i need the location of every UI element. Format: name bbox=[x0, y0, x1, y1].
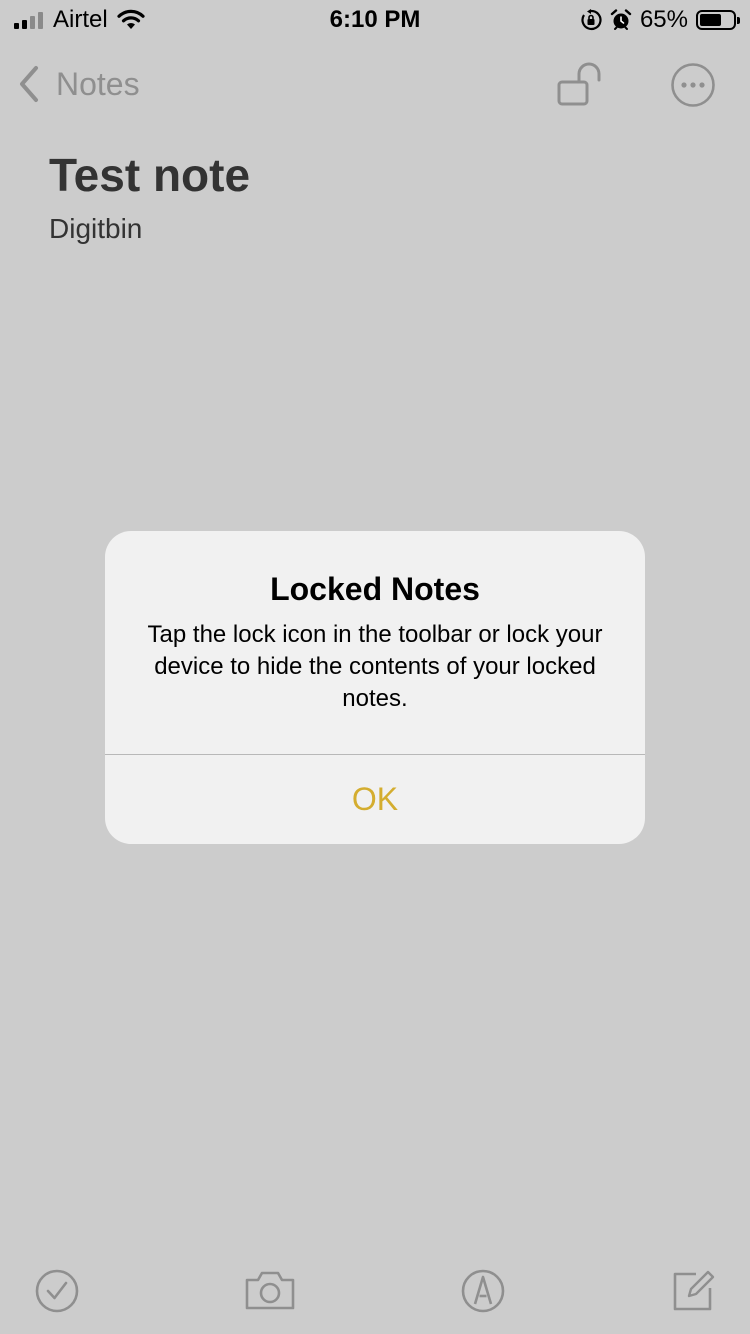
alert-message: Tap the lock icon in the toolbar or lock… bbox=[147, 621, 603, 712]
locked-notes-alert: Locked Notes Tap the lock icon in the to… bbox=[105, 531, 645, 844]
camera-icon[interactable] bbox=[243, 1268, 297, 1314]
ok-button[interactable]: OK bbox=[105, 755, 645, 844]
chevron-left-icon bbox=[20, 66, 38, 102]
orientation-lock-icon bbox=[581, 9, 602, 31]
alert-title: Locked Notes bbox=[270, 571, 480, 607]
back-button[interactable]: Notes bbox=[16, 62, 140, 106]
battery-level-fill bbox=[700, 14, 721, 26]
back-button-label: Notes bbox=[56, 65, 140, 102]
notes-screen: Airtel 6:10 PM 65% Notes Test note Digit… bbox=[0, 0, 750, 1334]
alarm-icon bbox=[610, 9, 632, 30]
status-right: 65% bbox=[580, 6, 740, 34]
status-bar: Airtel 6:10 PM 65% bbox=[0, 0, 750, 40]
note-body[interactable]: Digitbin bbox=[49, 213, 142, 245]
note-title[interactable]: Test note bbox=[49, 148, 250, 202]
unlocked-lock-icon[interactable] bbox=[556, 62, 606, 108]
battery-icon bbox=[696, 10, 740, 30]
battery-percent: 65% bbox=[639, 6, 688, 33]
markup-icon[interactable] bbox=[460, 1268, 506, 1314]
more-options-icon[interactable] bbox=[670, 62, 716, 108]
checklist-icon[interactable] bbox=[34, 1268, 80, 1314]
compose-icon[interactable] bbox=[670, 1268, 716, 1314]
